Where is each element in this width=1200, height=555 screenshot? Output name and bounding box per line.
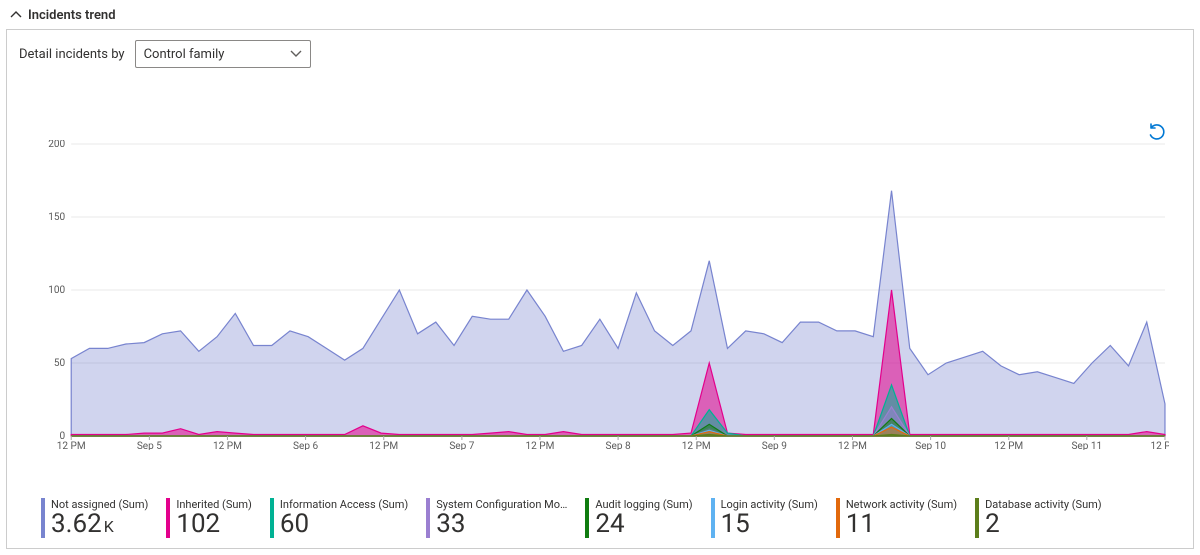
- legend-value: 3.62K: [51, 511, 148, 538]
- legend-color-bar: [41, 498, 45, 538]
- svg-text:Sep 9: Sep 9: [762, 441, 787, 450]
- svg-text:Sep 10: Sep 10: [915, 441, 946, 450]
- legend-color-bar: [166, 498, 170, 538]
- svg-text:12 PM: 12 PM: [213, 441, 242, 450]
- legend-color-bar: [975, 498, 979, 538]
- svg-text:12 PM: 12 PM: [838, 441, 867, 450]
- filter-row: Detail incidents by Control family: [19, 40, 1181, 68]
- legend-item[interactable]: Database activity (Sum)2: [975, 498, 1120, 538]
- chevron-up-icon: [10, 9, 22, 23]
- svg-text:12 PM: 12 PM: [525, 441, 554, 450]
- svg-text:12 PM: 12 PM: [1151, 441, 1169, 450]
- incidents-trend-card: Incidents trend Detail incidents by Cont…: [0, 0, 1200, 555]
- detail-by-label: Detail incidents by: [19, 47, 125, 62]
- legend-item[interactable]: Audit logging (Sum)24: [585, 498, 710, 538]
- svg-text:12 PM: 12 PM: [682, 441, 711, 450]
- legend-item[interactable]: Information Access (Sum)60: [270, 498, 426, 538]
- legend-value: 33: [436, 511, 567, 538]
- legend-color-bar: [270, 498, 274, 538]
- svg-text:12 PM: 12 PM: [369, 441, 398, 450]
- section-title: Incidents trend: [28, 8, 116, 23]
- svg-text:12 PM: 12 PM: [994, 441, 1023, 450]
- dropdown-value: Control family: [144, 47, 225, 62]
- legend-color-bar: [836, 498, 840, 538]
- chart-area[interactable]: 05010015020012 PMSep 512 PMSep 612 PMSep…: [41, 140, 1169, 450]
- legend-value: 15: [721, 511, 818, 538]
- svg-text:150: 150: [48, 212, 65, 223]
- legend-value: 102: [176, 511, 252, 538]
- legend-item[interactable]: Not assigned (Sum)3.62K: [41, 498, 166, 538]
- legend-value: 60: [280, 511, 408, 538]
- svg-text:Sep 8: Sep 8: [606, 441, 631, 450]
- legend-item[interactable]: Login activity (Sum)15: [711, 498, 836, 538]
- legend-item[interactable]: Inherited (Sum)102: [166, 498, 270, 538]
- legend-color-bar: [711, 498, 715, 538]
- svg-text:12 PM: 12 PM: [57, 441, 86, 450]
- section-header[interactable]: Incidents trend: [6, 6, 1194, 29]
- legend-value: 11: [846, 511, 957, 538]
- svg-text:50: 50: [54, 358, 66, 369]
- svg-text:100: 100: [48, 285, 65, 296]
- legend: Not assigned (Sum)3.62KInherited (Sum)10…: [41, 498, 1169, 538]
- incidents-panel: Detail incidents by Control family 05010…: [6, 29, 1194, 549]
- svg-text:Sep 6: Sep 6: [293, 441, 318, 450]
- legend-value: 2: [985, 511, 1102, 538]
- legend-item[interactable]: System Configuration Mo…33: [426, 498, 585, 538]
- svg-text:200: 200: [48, 140, 65, 150]
- svg-text:Sep 11: Sep 11: [1071, 441, 1102, 450]
- svg-text:Sep 5: Sep 5: [137, 441, 162, 450]
- detail-by-dropdown[interactable]: Control family: [135, 40, 311, 68]
- legend-item[interactable]: Network activity (Sum)11: [836, 498, 975, 538]
- undo-icon: [1147, 122, 1167, 142]
- legend-color-bar: [426, 498, 430, 538]
- legend-color-bar: [585, 498, 589, 538]
- legend-label: Database activity (Sum): [985, 498, 1102, 511]
- legend-value: 24: [595, 511, 692, 538]
- chevron-down-icon: [290, 47, 302, 62]
- svg-text:Sep 7: Sep 7: [449, 441, 474, 450]
